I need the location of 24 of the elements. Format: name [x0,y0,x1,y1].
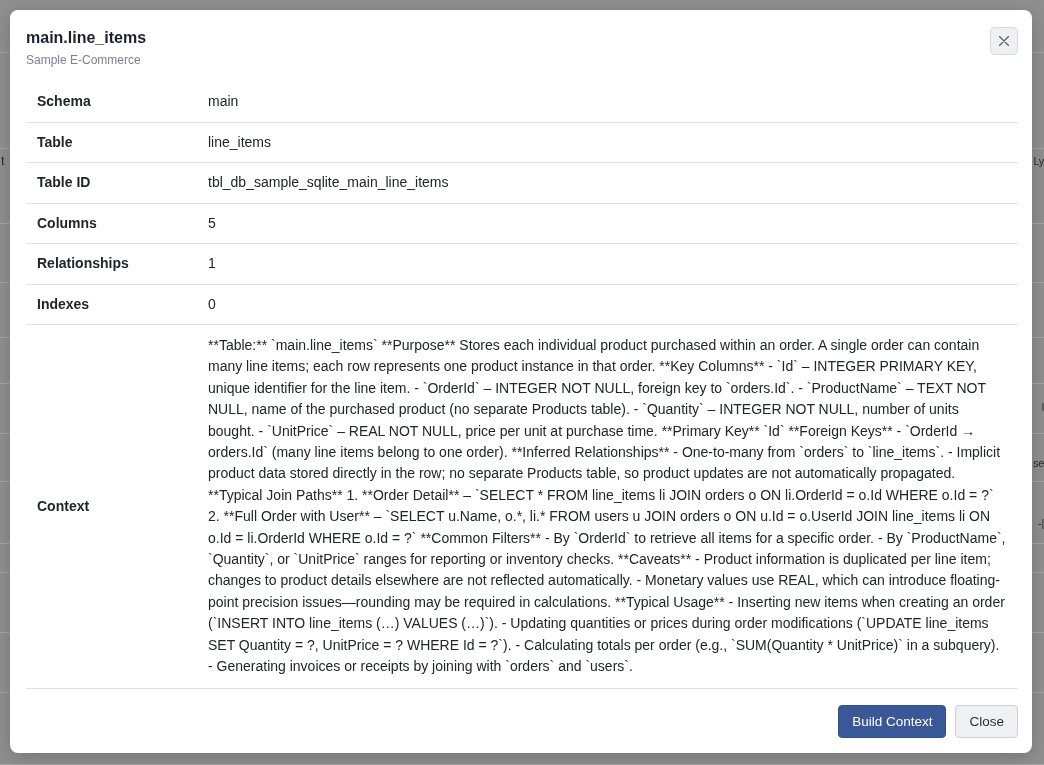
detail-value: 1 [207,254,217,273]
primary-action-button[interactable]: Build Context [838,704,947,738]
detail-value: 5 [207,213,217,233]
detail-label: Relationships [36,254,130,273]
detail-label: Schema [36,92,92,111]
detail-value: main [207,92,240,111]
detail-value: tbl_db_sample_sqlite_main_line_items [207,173,450,192]
detail-value: **Table:** `main.line_items` **Purpose** Stores each individual product purchased within an order. A single order can contain many line items; each row represents one product instance in that order. **Key Columns** - `Id` – INTEGER PRIMARY KEY, unique identifier for the line item. - `OrderId` – INTEGER NOT NULL, foreign key to `orders.Id`. - `ProductName` – TEXT NOT NULL, name of the purchased product (no separate Products table). - `Quantity` – INTEGER NOT NULL, number of units bought. - `UnitPrice` – REAL NOT NULL, price per unit at purchase time. **Primary Key** `Id` **Foreign Keys** - `OrderId → orders.Id` (many line items belong to one order). **Inferred Relationships** - One-to-many from `orders` to `line_items`. - Implicit product data stored directly in the row; no separate Products table, so product updates are not automatically propagated. **Typical Join Paths** 1. **Order Detail** – `SELECT * FROM line_items li JOIN orders o ON li.OrderId = o.Id WHERE o.Id = ?` 2. **Full Order with User** – `SELECT u.Name, o.*, li.* FROM users u JOIN orders o ON u.Id = o.UserId JOIN line_items li ON o.Id = li.OrderId WHERE o.Id = ?` **Common Filters** - By `OrderId` to retrieve all items for a specific order. - By `ProductName`, `Quantity`, or `UnitPrice` ranges for reporting or inventory checks. **Caveats** - Product information is duplicated per line item; changes to product details elsewhere are not reflected automatically. - Monetary values use REAL, which can introduce floating-point precision issues—rounding may be required in calculations. **Typical Usage** - Inserting new items when creating an order (`INSERT INTO line_items (…) VALUES (…)`). - Updating quantities or prices during order modifications (`UPDATE line_items SET Quantity = ?, UnitPrice = ? WHERE Id = ?`). - Calculating totals per order (e.g., `SUM(Quantity * UnitPrice)` in a subquery). - Generating invoices or receipts by joining with `orders` and `users`. [207,336,1007,677]
detail-label: Table ID [36,173,92,192]
secondary-action-button[interactable]: Close [955,704,1018,738]
close-button[interactable] [990,27,1018,55]
background-text-fragment: -| [1038,516,1044,530]
close-icon [999,36,1009,46]
detail-value: 0 [207,294,217,314]
background-text-fragment: se [1032,456,1044,470]
dialog-subtitle: Sample E-Commerce [26,52,142,68]
detail-label: Context [36,496,91,516]
detail-label: Table [36,132,74,152]
dialog-title: main.line_items [26,28,147,48]
detail-label: Columns [36,213,98,233]
detail-label: Indexes [36,294,91,314]
background-text-fragment: t [0,154,5,168]
detail-value: line_items [207,132,273,152]
background-text-fragment: Ly [1033,154,1044,168]
